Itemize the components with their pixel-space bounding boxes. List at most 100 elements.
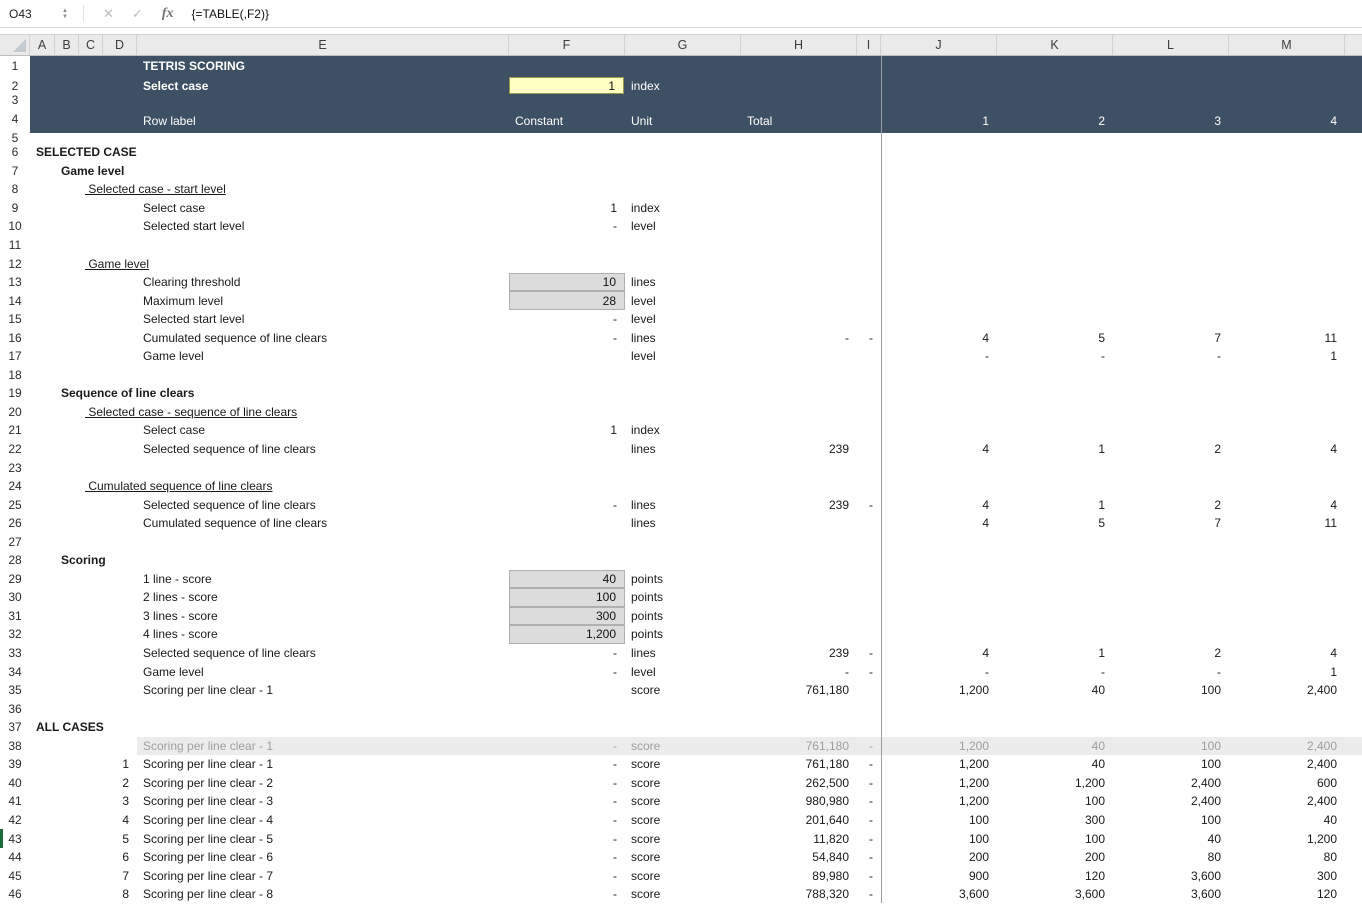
cell-E10[interactable]: Selected start level xyxy=(143,217,244,236)
row-header-27[interactable]: 27 xyxy=(0,532,30,551)
cell-G46[interactable]: score xyxy=(631,885,660,904)
cell-E26[interactable]: Cumulated sequence of line clears xyxy=(143,514,327,533)
cell-K39[interactable]: 40 xyxy=(997,755,1105,774)
cell-K34[interactable]: - xyxy=(997,662,1105,681)
cell-K41[interactable]: 100 xyxy=(997,792,1105,811)
cell-F31[interactable]: 300 xyxy=(509,607,625,626)
cell-M40[interactable]: 600 xyxy=(1229,774,1337,793)
name-box-stepper[interactable]: ▲ ▼ xyxy=(57,8,73,20)
col-header-A[interactable]: A xyxy=(30,35,55,55)
cell-F32[interactable]: 1,200 xyxy=(509,625,625,644)
col-header-D[interactable]: D xyxy=(103,35,137,55)
cell-J16[interactable]: 4 xyxy=(881,328,989,347)
cell-J46[interactable]: 3,600 xyxy=(881,885,989,904)
row-header-32[interactable]: 32 xyxy=(0,625,30,644)
cell-L34[interactable]: - xyxy=(1113,662,1221,681)
cell-I44[interactable]: - xyxy=(857,848,873,867)
cell-E9[interactable]: Select case xyxy=(143,199,205,218)
cell-I38[interactable]: - xyxy=(857,737,873,756)
cell-G34[interactable]: level xyxy=(631,662,656,681)
cell-G22[interactable]: lines xyxy=(631,440,656,459)
cell-J42[interactable]: 100 xyxy=(881,811,989,830)
cell-E41[interactable]: Scoring per line clear - 3 xyxy=(143,792,273,811)
cell-D43[interactable]: 5 xyxy=(103,829,129,848)
cell-L22[interactable]: 2 xyxy=(1113,440,1221,459)
cell-L44[interactable]: 80 xyxy=(1113,848,1221,867)
cell-E16[interactable]: Cumulated sequence of line clears xyxy=(143,328,327,347)
cell-E42[interactable]: Scoring per line clear - 4 xyxy=(143,811,273,830)
cell-L42[interactable]: 100 xyxy=(1113,811,1221,830)
cell-E32[interactable]: 4 lines - score xyxy=(143,625,218,644)
cell-M41[interactable]: 2,400 xyxy=(1229,792,1337,811)
row-header-18[interactable]: 18 xyxy=(0,366,30,385)
cell-J25[interactable]: 4 xyxy=(881,495,989,514)
cell-E38[interactable]: Scoring per line clear - 1 xyxy=(143,737,273,756)
cell-F40[interactable]: - xyxy=(509,774,617,793)
cell-K16[interactable]: 5 xyxy=(997,328,1105,347)
cell-H22[interactable]: 239 xyxy=(741,440,849,459)
cell-L35[interactable]: 100 xyxy=(1113,681,1221,700)
cell-I25[interactable]: - xyxy=(857,495,873,514)
cell-E44[interactable]: Scoring per line clear - 6 xyxy=(143,848,273,867)
cell-J35[interactable]: 1,200 xyxy=(881,681,989,700)
cell-B19[interactable]: Sequence of line clears xyxy=(61,384,194,403)
row-header-22[interactable]: 22 xyxy=(0,440,30,459)
cell-H33[interactable]: 239 xyxy=(741,644,849,663)
cell-K22[interactable]: 1 xyxy=(997,440,1105,459)
cell-J38[interactable]: 1,200 xyxy=(881,737,989,756)
cell-G44[interactable]: score xyxy=(631,848,660,867)
cell-F45[interactable]: - xyxy=(509,866,617,885)
cell-B7[interactable]: Game level xyxy=(61,162,124,181)
cell-I39[interactable]: - xyxy=(857,755,873,774)
cell-H40[interactable]: 262,500 xyxy=(741,774,849,793)
cell-E25[interactable]: Selected sequence of line clears xyxy=(143,495,316,514)
cell-C20[interactable]: Selected case - sequence of line clears xyxy=(85,403,297,422)
cell-L39[interactable]: 100 xyxy=(1113,755,1221,774)
cell-J45[interactable]: 900 xyxy=(881,866,989,885)
cell-L4[interactable]: 3 xyxy=(1113,105,1221,133)
col-header-J[interactable]: J xyxy=(881,35,997,55)
cell-I40[interactable]: - xyxy=(857,774,873,793)
cell-K40[interactable]: 1,200 xyxy=(997,774,1105,793)
row-header-34[interactable]: 34 xyxy=(0,662,30,681)
cell-F16[interactable]: - xyxy=(509,328,617,347)
row-header-30[interactable]: 30 xyxy=(0,588,30,607)
row-header-3[interactable]: 3 xyxy=(0,95,30,105)
cell-F29[interactable]: 40 xyxy=(509,570,625,589)
cell-I34[interactable]: - xyxy=(857,662,873,681)
cell-J44[interactable]: 200 xyxy=(881,848,989,867)
cell-I45[interactable]: - xyxy=(857,866,873,885)
row-header-25[interactable]: 25 xyxy=(0,495,30,514)
cell-G21[interactable]: index xyxy=(631,421,660,440)
cell-M42[interactable]: 40 xyxy=(1229,811,1337,830)
cell-G16[interactable]: lines xyxy=(631,328,656,347)
cell-E35[interactable]: Scoring per line clear - 1 xyxy=(143,681,273,700)
cell-K43[interactable]: 100 xyxy=(997,829,1105,848)
row-header-9[interactable]: 9 xyxy=(0,199,30,218)
cell-E29[interactable]: 1 line - score xyxy=(143,570,212,589)
cell-E33[interactable]: Selected sequence of line clears xyxy=(143,644,316,663)
cell-K44[interactable]: 200 xyxy=(997,848,1105,867)
col-header-C[interactable]: C xyxy=(79,35,103,55)
insert-function-icon[interactable]: fx xyxy=(162,6,174,22)
cell-M38[interactable]: 2,400 xyxy=(1229,737,1337,756)
cell-F2[interactable]: 1 xyxy=(509,77,624,94)
cell-H45[interactable]: 89,980 xyxy=(741,866,849,885)
cell-E17[interactable]: Game level xyxy=(143,347,204,366)
row-header-20[interactable]: 20 xyxy=(0,403,30,422)
cell-H16[interactable]: - xyxy=(741,328,849,347)
name-box[interactable]: O43 xyxy=(0,7,57,21)
cell-F39[interactable]: - xyxy=(509,755,617,774)
row-header-19[interactable]: 19 xyxy=(0,384,30,403)
cell-I33[interactable]: - xyxy=(857,644,873,663)
cell-E2[interactable]: Select case xyxy=(143,76,208,95)
cell-M25[interactable]: 4 xyxy=(1229,495,1337,514)
cell-D46[interactable]: 8 xyxy=(103,885,129,904)
cell-J33[interactable]: 4 xyxy=(881,644,989,663)
cell-K46[interactable]: 3,600 xyxy=(997,885,1105,904)
cell-G26[interactable]: lines xyxy=(631,514,656,533)
cell-J22[interactable]: 4 xyxy=(881,440,989,459)
cell-G17[interactable]: level xyxy=(631,347,656,366)
cell-H34[interactable]: - xyxy=(741,662,849,681)
row-header-41[interactable]: 41 xyxy=(0,792,30,811)
